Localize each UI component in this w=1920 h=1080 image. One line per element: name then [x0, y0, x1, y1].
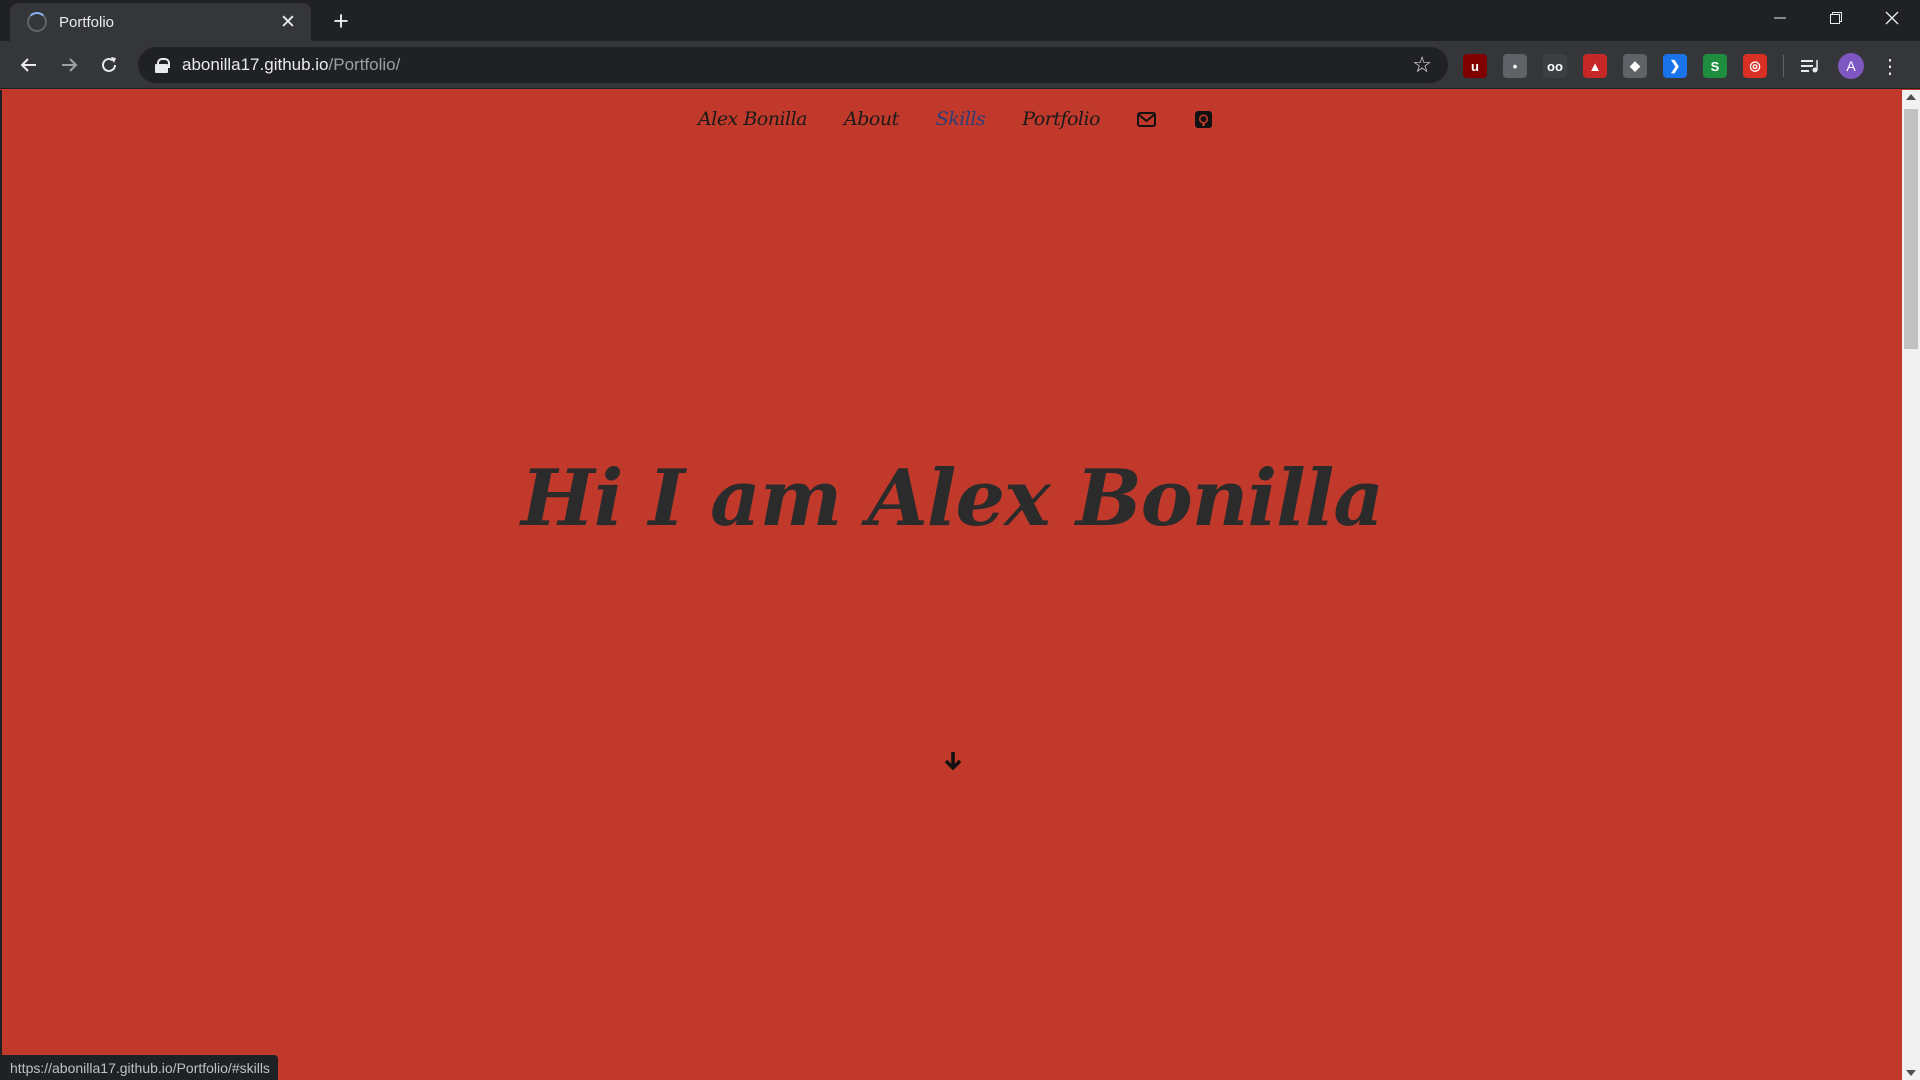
- url-path: /Portfolio/: [328, 55, 401, 74]
- browser-toolbar: abonilla17.github.io/Portfolio/ ☆ u • oo ▲ ◆…: [0, 41, 1920, 89]
- close-icon: [1885, 11, 1899, 25]
- url-host: abonilla17.github.io: [182, 55, 329, 74]
- new-tab-button[interactable]: +: [326, 6, 356, 37]
- ghost-extension-icon[interactable]: ◆: [1623, 54, 1647, 78]
- browser-tab-strip: Portfolio ✕ +: [0, 0, 1920, 41]
- swirl-extension-icon[interactable]: ◎: [1743, 54, 1767, 78]
- forward-button[interactable]: [54, 50, 84, 80]
- window-controls: [1752, 0, 1920, 36]
- scroll-down-arrow-icon[interactable]: [942, 750, 964, 772]
- reader-glasses-icon[interactable]: oo: [1543, 54, 1567, 78]
- scrollbar-thumb[interactable]: [1904, 109, 1918, 349]
- nav-about-link[interactable]: About: [844, 108, 899, 130]
- back-arrow-icon: [20, 58, 36, 72]
- media-control-icon[interactable]: [1798, 54, 1822, 78]
- url-text: abonilla17.github.io/Portfolio/: [182, 55, 400, 75]
- page-scrollbar[interactable]: [1902, 90, 1920, 1080]
- nav-skills-link[interactable]: Skills: [936, 108, 986, 130]
- portfolio-page: Alex Bonilla About Skills Portfolio Hi I…: [0, 90, 1900, 1080]
- back-button[interactable]: [14, 50, 44, 80]
- address-bar[interactable]: abonilla17.github.io/Portfolio/ ☆: [138, 47, 1448, 83]
- bookmark-star-icon[interactable]: ☆: [1412, 52, 1432, 78]
- browser-menu-icon[interactable]: ⋮: [1880, 54, 1900, 79]
- status-url-bubble: https://abonilla17.github.io/Portfolio/#…: [2, 1055, 278, 1080]
- tab-close-icon[interactable]: ✕: [277, 11, 299, 34]
- puzzle-extension-icon[interactable]: •: [1503, 54, 1527, 78]
- ublock-origin-icon[interactable]: u: [1463, 54, 1487, 78]
- lock-icon: [155, 57, 170, 73]
- email-icon[interactable]: [1137, 109, 1157, 129]
- s-extension-icon[interactable]: S: [1703, 54, 1727, 78]
- site-navigation: Alex Bonilla About Skills Portfolio: [2, 108, 1902, 130]
- loading-spinner-icon: [27, 12, 47, 32]
- restore-icon: [1830, 12, 1842, 24]
- restore-button[interactable]: [1808, 0, 1864, 36]
- reload-icon: [102, 57, 116, 72]
- github-icon[interactable]: [1194, 109, 1214, 129]
- nav-brand-link[interactable]: Alex Bonilla: [698, 108, 808, 130]
- extensions-row: u • oo ▲ ◆ ❯ S ◎ A ⋮: [1463, 53, 1900, 79]
- arrow-extension-icon[interactable]: ❯: [1663, 54, 1687, 78]
- hero-title: Hi I am Alex Bonilla: [521, 453, 1384, 544]
- profile-avatar[interactable]: A: [1838, 53, 1864, 79]
- close-window-button[interactable]: [1864, 0, 1920, 36]
- scroll-up-arrow-icon[interactable]: [1906, 94, 1916, 100]
- forward-arrow-icon: [62, 58, 78, 72]
- minimize-button[interactable]: [1752, 0, 1808, 36]
- scroll-down-button-icon[interactable]: [1906, 1070, 1916, 1076]
- nav-portfolio-link[interactable]: Portfolio: [1022, 108, 1100, 130]
- reload-button[interactable]: [94, 50, 124, 80]
- pdf-extension-icon[interactable]: ▲: [1583, 54, 1607, 78]
- tab-title: Portfolio: [59, 13, 115, 31]
- browser-tab[interactable]: Portfolio ✕: [10, 3, 311, 41]
- toolbar-divider: [1783, 55, 1784, 77]
- minimize-icon: [1774, 17, 1786, 19]
